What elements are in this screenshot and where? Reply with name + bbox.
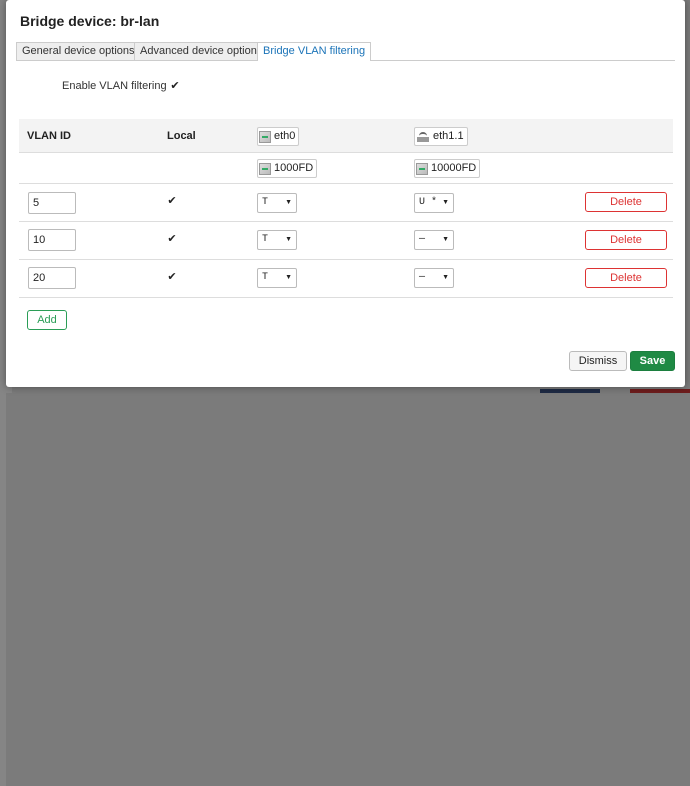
dialog-title: Bridge device: br-lan <box>20 13 160 29</box>
local-checkbox[interactable]: ✔ <box>167 272 177 283</box>
vlan-id-input[interactable] <box>28 229 76 251</box>
add-vlan-button[interactable]: Add <box>27 310 67 330</box>
port-eth0-header: eth0 <box>257 127 300 146</box>
divider <box>19 152 673 153</box>
background-button <box>540 389 600 393</box>
port-eth0-name: eth0 <box>274 130 296 142</box>
dismiss-button[interactable]: Dismiss <box>569 351 627 371</box>
divider <box>19 221 673 222</box>
eth0-vlan-select[interactable]: T ▼ <box>257 230 297 250</box>
eth1-vlan-select[interactable]: — ▼ <box>414 268 454 288</box>
save-button[interactable]: Save <box>630 351 675 371</box>
tab-bridge-vlan-filtering[interactable]: Bridge VLAN filtering <box>257 42 372 61</box>
eth1-vlan-select[interactable]: U * ▼ <box>414 193 454 213</box>
port-eth0-speed-label: 1000FD <box>274 162 314 174</box>
chevron-down-icon: ▼ <box>285 274 292 281</box>
divider <box>19 183 673 184</box>
eth0-vlan-value: T <box>262 272 269 283</box>
divider <box>19 259 673 260</box>
vlan-id-input[interactable] <box>28 267 76 289</box>
port-eth1-header: eth1.1 <box>414 127 468 146</box>
tab-bar: General device options Advanced device o… <box>16 42 675 61</box>
chevron-down-icon: ▼ <box>442 199 449 206</box>
vlan-table-header <box>19 119 673 152</box>
port-eth1-speed-label: 10000FD <box>431 162 477 174</box>
link-speed-icon <box>416 162 428 175</box>
vlan-id-header: VLAN ID <box>27 130 71 142</box>
eth0-vlan-value: T <box>262 234 269 245</box>
eth1-vlan-value: — <box>419 234 426 245</box>
eth0-vlan-select[interactable]: T ▼ <box>257 193 297 213</box>
enable-vlan-filtering-label: Enable VLAN filtering <box>62 80 167 92</box>
ethernet-port-icon <box>259 130 271 143</box>
delete-vlan-button[interactable]: Delete <box>585 192 667 212</box>
tab-advanced-device-options[interactable]: Advanced device options <box>134 42 269 60</box>
link-speed-icon <box>259 162 271 175</box>
delete-vlan-button[interactable]: Delete <box>585 268 667 288</box>
bridge-device-dialog: Bridge device: br-lan General device opt… <box>6 0 685 387</box>
port-eth0-speed: 1000FD <box>257 159 318 178</box>
chevron-down-icon: ▼ <box>442 274 449 281</box>
port-eth1-speed: 10000FD <box>414 159 481 178</box>
local-checkbox[interactable]: ✔ <box>167 196 177 207</box>
eth1-vlan-value: — <box>419 272 426 283</box>
eth0-vlan-select[interactable]: T ▼ <box>257 268 297 288</box>
port-eth1-name: eth1.1 <box>433 130 464 142</box>
switch-port-icon <box>416 131 430 143</box>
background-button-danger <box>630 389 690 393</box>
chevron-down-icon: ▼ <box>285 199 292 206</box>
background-page-right <box>0 393 6 786</box>
eth1-vlan-value: U * <box>419 197 438 208</box>
divider <box>19 297 673 298</box>
vlan-id-input[interactable] <box>28 192 76 214</box>
enable-vlan-filtering-checkbox[interactable]: ✔ <box>170 81 180 92</box>
chevron-down-icon: ▼ <box>442 236 449 243</box>
delete-vlan-button[interactable]: Delete <box>585 230 667 250</box>
eth1-vlan-select[interactable]: — ▼ <box>414 230 454 250</box>
tab-general-device-options[interactable]: General device options <box>16 42 141 60</box>
local-header: Local <box>167 130 196 142</box>
eth0-vlan-value: T <box>262 197 269 208</box>
chevron-down-icon: ▼ <box>285 236 292 243</box>
local-checkbox[interactable]: ✔ <box>167 234 177 245</box>
